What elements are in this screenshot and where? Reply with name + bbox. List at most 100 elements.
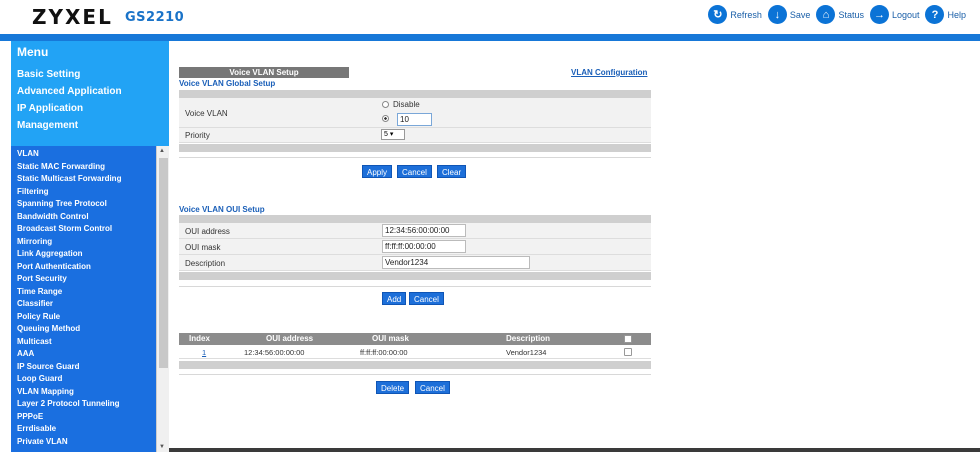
divider [179,374,651,375]
table-cancel-button[interactable]: Cancel [415,381,450,394]
status-label: Status [838,9,864,20]
submenu-pppoe[interactable]: PPPoE [17,412,43,421]
submenu-layer2-protocol-tunneling[interactable]: Layer 2 Protocol Tunneling [17,399,120,408]
row-description: Vendor1234 [506,348,547,357]
scroll-up-icon[interactable]: ▲ [159,148,165,154]
help-icon: ? [925,5,945,24]
help-button[interactable]: ? Help [925,5,966,24]
vlan-id-radio[interactable] [382,114,393,123]
col-description: Description [506,334,551,343]
global-setup-topbar [179,90,651,98]
submenu-mirroring[interactable]: Mirroring [17,237,52,246]
logout-icon: → [869,5,889,24]
submenu-bandwidth-control[interactable]: Bandwidth Control [17,212,89,221]
disable-label: Disable [393,100,420,109]
oui-table-bottombar [179,361,651,369]
vlan-configuration-link[interactable]: VLAN Configuration [571,68,647,77]
status-button[interactable]: ⌂ Status [816,5,864,24]
menu-ip-application[interactable]: IP Application [17,103,83,114]
submenu-policy-rule[interactable]: Policy Rule [17,312,60,321]
submenu-multicast[interactable]: Multicast [17,337,52,346]
description-input[interactable]: Vendor1234 [382,256,530,269]
save-button[interactable]: ↓ Save [767,5,811,24]
menu-management[interactable]: Management [17,120,78,131]
submenu-errdisable[interactable]: Errdisable [17,424,56,433]
logout-button[interactable]: → Logout [869,5,920,24]
submenu-loop-guard[interactable]: Loop Guard [17,374,62,383]
page: ZYXEL GS2210 ↻ Refresh ↓ Save ⌂ Status →… [0,0,980,452]
oui-table-header: Index OUI address OUI mask Description [179,333,651,345]
header: ZYXEL GS2210 ↻ Refresh ↓ Save ⌂ Status →… [0,0,980,34]
menu-title: Menu [17,45,49,59]
row-oui-address: 12:34:56:00:00:00 [244,348,305,357]
oui-mask-row: OUI mask ff:ff:ff:00:00:00 [179,239,651,255]
submenu-classifier[interactable]: Classifier [17,299,53,308]
menu-categories: Menu Basic Setting Advanced Application … [11,41,169,146]
submenu-broadcast-storm-control[interactable]: Broadcast Storm Control [17,224,112,233]
oui-address-row: OUI address 12:34:56:00:00:00 [179,223,651,239]
col-oui-address: OUI address [266,334,314,343]
radio-icon [382,101,389,109]
refresh-label: Refresh [730,9,762,20]
add-button[interactable]: Add [382,292,407,305]
oui-setup-title: Voice VLAN OUI Setup [179,205,265,214]
priority-select[interactable]: 5 ▾ [381,129,405,140]
submenu-link-aggregation[interactable]: Link Aggregation [17,249,82,258]
oui-address-label: OUI address [185,227,230,236]
clear-button[interactable]: Clear [437,165,467,178]
scroll-thumb[interactable] [159,158,168,368]
disable-radio[interactable]: Disable [382,100,420,109]
oui-mask-input[interactable]: ff:ff:ff:00:00:00 [382,240,466,253]
submenu-list: VLAN Static MAC Forwarding Static Multic… [11,146,156,452]
sidebar-scrollbar[interactable]: ▲ ▼ [156,146,169,452]
submenu-port-authentication[interactable]: Port Authentication [17,262,91,271]
submenu-static-mac-forwarding[interactable]: Static MAC Forwarding [17,162,105,171]
voice-vlan-label: Voice VLAN [185,109,228,118]
divider [179,157,651,158]
voice-vlan-row: Voice VLAN Disable 10 [179,98,651,128]
description-row: Description Vendor1234 [179,255,651,271]
submenu-vlan-mapping[interactable]: VLAN Mapping [17,387,74,396]
save-label: Save [789,9,811,20]
submenu-aaa[interactable]: AAA [17,349,34,358]
voice-vlan-setup-header: Voice VLAN Setup [179,67,349,78]
oui-address-input[interactable]: 12:34:56:00:00:00 [382,224,466,237]
oui-setup-bottombar [179,272,651,280]
apply-button[interactable]: Apply [362,165,393,178]
submenu-filtering[interactable]: Filtering [17,187,49,196]
chevron-down-icon: ▾ [389,131,394,138]
cancel-button[interactable]: Cancel [397,165,432,178]
menu-advanced-application[interactable]: Advanced Application [17,86,122,97]
main-content: Voice VLAN Setup VLAN Configuration Voic… [169,41,980,452]
col-index: Index [189,334,210,343]
submenu-port-security[interactable]: Port Security [17,274,67,283]
submenu-ip-source-guard[interactable]: IP Source Guard [17,362,80,371]
oui-mask-label: OUI mask [185,243,221,252]
priority-label: Priority [185,131,210,140]
sidebar: Menu Basic Setting Advanced Application … [11,41,169,452]
select-all-checkbox[interactable] [624,335,632,343]
col-oui-mask: OUI mask [372,334,409,343]
row-index-link[interactable]: 1 [202,348,206,357]
brand-logo: ZYXEL [32,5,113,29]
model-name: GS2210 [125,10,185,25]
row-oui-mask: ff:ff:ff:00:00:00 [360,348,408,357]
footer-bar [169,448,980,452]
submenu-static-multicast-forwarding[interactable]: Static Multicast Forwarding [17,174,121,183]
oui-cancel-button[interactable]: Cancel [409,292,444,305]
submenu-spanning-tree-protocol[interactable]: Spanning Tree Protocol [17,199,107,208]
row-checkbox[interactable] [624,348,632,356]
status-icon: ⌂ [816,5,836,24]
scroll-down-icon[interactable]: ▼ [159,444,165,450]
vlan-id-input[interactable]: 10 [397,113,432,126]
submenu-time-range[interactable]: Time Range [17,287,62,296]
logout-label: Logout [891,9,920,20]
refresh-button[interactable]: ↻ Refresh [708,5,762,24]
menu-basic-setting[interactable]: Basic Setting [17,69,80,80]
submenu-vlan[interactable]: VLAN [17,149,39,158]
delete-button[interactable]: Delete [376,381,410,394]
submenu-private-vlan[interactable]: Private VLAN [17,437,68,446]
priority-value: 5 [384,131,388,138]
submenu-queuing-method[interactable]: Queuing Method [17,324,80,333]
voice-vlan-global-setup-title: Voice VLAN Global Setup [179,79,276,88]
